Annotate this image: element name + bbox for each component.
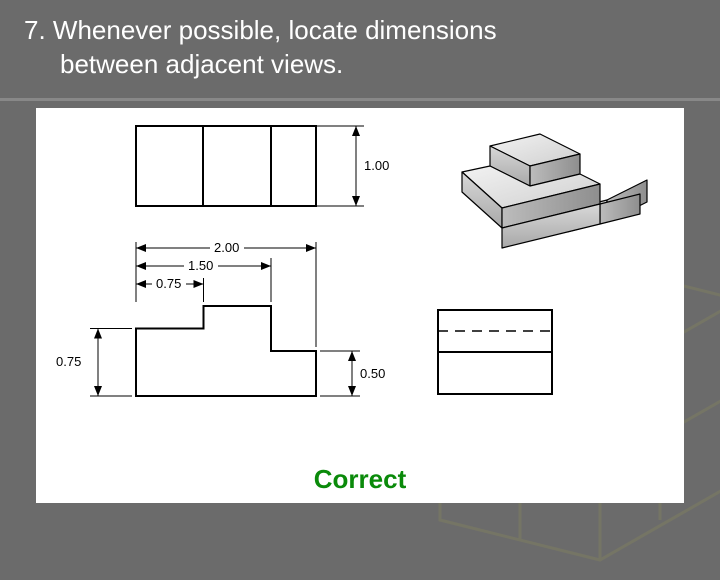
rule-heading: 7. Whenever possible, locate dimensions … bbox=[0, 0, 720, 101]
heading-line-2: between adjacent views. bbox=[24, 48, 696, 82]
front-view: 2.00 1.50 0.75 0.75 0.50 bbox=[54, 236, 414, 466]
correct-label: Correct bbox=[36, 464, 684, 495]
dim-depth-half: 0.50 bbox=[360, 366, 385, 381]
drawing-panel: 1.00 2.00 1.50 0.75 bbox=[36, 108, 684, 503]
dim-width-full: 2.00 bbox=[214, 240, 239, 255]
dim-width-small: 0.75 bbox=[156, 276, 181, 291]
dim-step-height: 0.75 bbox=[56, 354, 81, 369]
dim-height-top: 1.00 bbox=[364, 158, 389, 173]
dim-width-mid: 1.50 bbox=[188, 258, 213, 273]
heading-line-1: 7. Whenever possible, locate dimensions bbox=[24, 14, 696, 48]
top-view: 1.00 bbox=[106, 114, 406, 222]
isometric-view bbox=[432, 112, 652, 262]
side-view bbox=[432, 304, 572, 404]
